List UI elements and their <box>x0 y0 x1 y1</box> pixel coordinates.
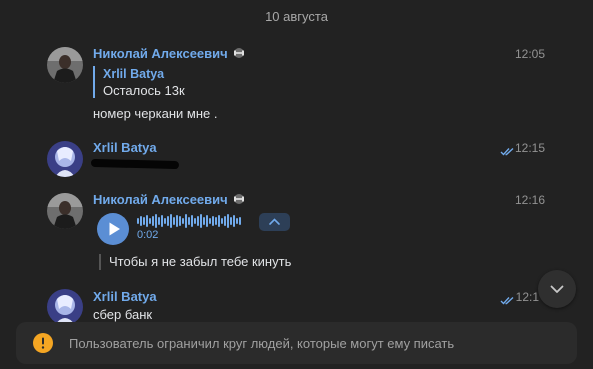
message-author[interactable]: Николай Алексеевич <box>93 192 245 208</box>
message-time: 12:15 <box>514 141 545 155</box>
double-check-icon <box>500 143 515 161</box>
message-author[interactable]: Xrlil Batya <box>93 289 157 304</box>
reply-quote[interactable]: Xrlil Batya Осталось 13к <box>93 66 185 98</box>
transcribe-button[interactable] <box>259 213 290 231</box>
double-check-icon <box>500 292 515 310</box>
avatar[interactable] <box>47 47 83 83</box>
reply-text: Осталось 13к <box>103 83 185 98</box>
reply-author: Xrlil Batya <box>103 67 165 81</box>
info-icon <box>33 333 53 353</box>
message-text: номер черкани мне . <box>93 106 218 121</box>
chevron-up-icon <box>269 218 280 225</box>
message-time: 12:16 <box>514 193 545 207</box>
voice-waveform[interactable] <box>137 214 243 228</box>
voice-play-button[interactable] <box>97 213 129 245</box>
chevron-down-icon <box>550 285 564 293</box>
dumbbell-icon <box>233 193 245 208</box>
avatar[interactable] <box>47 193 83 229</box>
dumbbell-icon <box>233 47 245 62</box>
redacted-text <box>90 158 180 170</box>
message-time: 12:05 <box>514 47 545 61</box>
notice-text: Пользователь ограничил круг людей, котор… <box>69 336 455 351</box>
scroll-to-bottom-button[interactable] <box>538 270 576 308</box>
message-time: 12:1 <box>515 290 539 304</box>
date-separator: 10 августа <box>265 9 328 24</box>
play-icon <box>109 222 120 236</box>
restriction-notice: Пользователь ограничил круг людей, котор… <box>16 322 577 364</box>
message-author[interactable]: Николай Алексеевич <box>93 46 245 62</box>
message-text: сбер банк <box>93 307 153 322</box>
avatar[interactable] <box>47 289 83 325</box>
avatar[interactable] <box>47 141 83 177</box>
message-author[interactable]: Xrlil Batya <box>93 140 157 155</box>
voice-transcript: Чтобы я не забыл тебе кинуть <box>99 254 291 270</box>
voice-duration: 0:02 <box>137 229 159 241</box>
